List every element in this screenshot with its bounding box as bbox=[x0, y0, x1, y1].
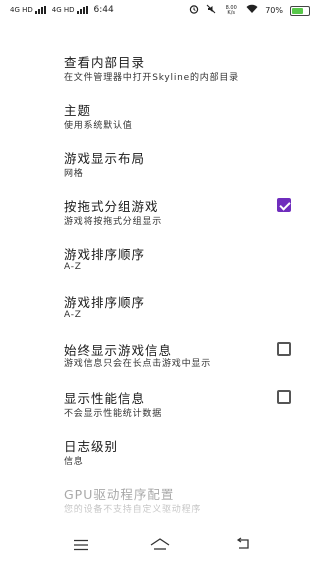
battery-icon bbox=[290, 5, 310, 16]
setting-title: 始终显示游戏信息 bbox=[64, 343, 173, 358]
network-label-1: 4G HD bbox=[10, 6, 33, 14]
setting-row[interactable]: 游戏排序顺序 A-Z bbox=[0, 284, 320, 332]
status-bar: 4G HD 4G HD 6:44 8.00 K/s 70% bbox=[0, 0, 320, 22]
signal-icon bbox=[76, 6, 88, 14]
setting-row[interactable]: 显示性能信息不会显示性能统计数据 bbox=[0, 380, 320, 428]
setting-summary: 游戏将按拖式分组显示 bbox=[64, 217, 163, 227]
setting-title: 游戏显示布局 bbox=[64, 151, 146, 166]
setting-row[interactable]: 始终显示游戏信息 游戏信息只会在长点击游戏中显示 bbox=[0, 332, 320, 380]
setting-row[interactable]: 日志级别 信息 bbox=[0, 428, 320, 476]
setting-summary: 您的设备不支持自定义驱动程序 bbox=[64, 505, 202, 515]
clock: 6:44 bbox=[93, 5, 114, 15]
mute-icon bbox=[206, 4, 216, 17]
menu-button[interactable] bbox=[66, 534, 96, 556]
setting-title: 查看内部目录 bbox=[64, 55, 146, 70]
setting-row[interactable]: 按拖式分组游戏游戏将按拖式分组显示 bbox=[0, 188, 320, 236]
setting-summary: A-Z bbox=[64, 310, 82, 320]
back-button[interactable] bbox=[228, 534, 258, 556]
settings-list: 查看内部目录在文件管理器中打开Skyline的内部目录主题使用系统默认值游戏显示… bbox=[0, 44, 320, 546]
navigation-bar bbox=[0, 526, 320, 566]
setting-checkbox[interactable] bbox=[277, 198, 291, 212]
setting-title: 游戏排序顺序 bbox=[64, 247, 146, 262]
setting-title: 主题 bbox=[64, 103, 92, 118]
setting-summary: 网格 bbox=[64, 169, 84, 179]
signal-icon bbox=[34, 6, 46, 14]
alarm-icon bbox=[189, 4, 199, 17]
setting-row[interactable]: 游戏排序顺序 A-Z bbox=[0, 236, 320, 284]
setting-title: GPU驱动程序配置 bbox=[64, 487, 175, 502]
signal-2: 4G HD bbox=[52, 6, 88, 14]
setting-checkbox[interactable] bbox=[277, 390, 291, 404]
setting-title: 日志级别 bbox=[64, 439, 119, 454]
battery-percent: 70% bbox=[265, 6, 283, 15]
back-icon bbox=[235, 536, 251, 555]
setting-row[interactable]: 主题 使用系统默认值 bbox=[0, 92, 320, 140]
setting-title: 游戏排序顺序 bbox=[64, 295, 146, 310]
setting-row: GPU驱动程序配置您的设备不支持自定义驱动程序 bbox=[0, 476, 320, 524]
home-button[interactable] bbox=[145, 534, 175, 556]
setting-row[interactable]: 查看内部目录在文件管理器中打开Skyline的内部目录 bbox=[0, 44, 320, 92]
setting-checkbox[interactable] bbox=[277, 342, 291, 356]
menu-icon bbox=[73, 536, 89, 555]
setting-title: 按拖式分组游戏 bbox=[64, 199, 159, 214]
setting-title: 显示性能信息 bbox=[64, 391, 146, 406]
setting-summary: 在文件管理器中打开Skyline的内部目录 bbox=[64, 73, 239, 83]
setting-summary: 游戏信息只会在长点击游戏中显示 bbox=[64, 359, 212, 369]
home-icon bbox=[149, 536, 171, 555]
setting-row[interactable]: 游戏显示布局 网格 bbox=[0, 140, 320, 188]
network-speed: 8.00 K/s bbox=[225, 4, 237, 16]
setting-summary: 信息 bbox=[64, 457, 84, 467]
wifi-icon bbox=[246, 4, 258, 17]
signal-1: 4G HD bbox=[10, 6, 46, 14]
setting-summary: 使用系统默认值 bbox=[64, 121, 133, 131]
network-label-2: 4G HD bbox=[51, 6, 75, 14]
setting-summary: 不会显示性能统计数据 bbox=[64, 409, 163, 419]
setting-summary: A-Z bbox=[64, 262, 82, 272]
